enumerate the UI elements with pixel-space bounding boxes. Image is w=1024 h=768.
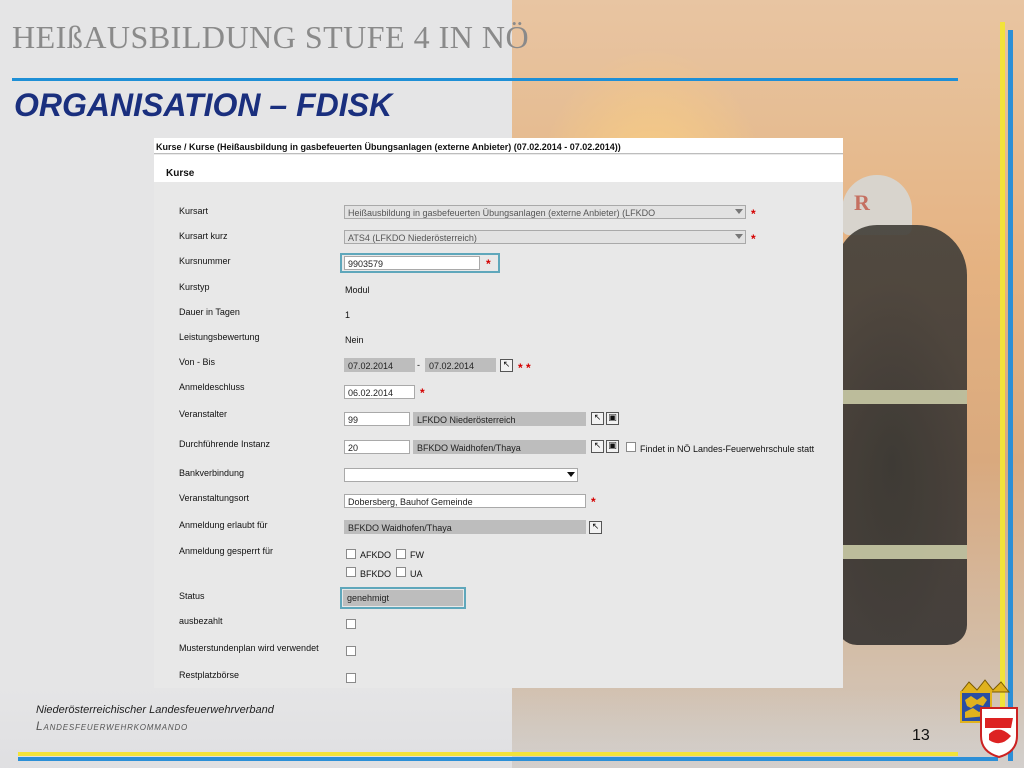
kursart-select[interactable]: Heißausbildung in gasbefeuerten Übungsan… <box>344 205 746 219</box>
instanz-name-value: BFKDO Waidhofen/Thaya <box>417 443 521 453</box>
bankverbindung-select[interactable] <box>344 468 578 482</box>
anmeldeschluss-input[interactable]: 06.02.2014 <box>344 385 415 399</box>
breadcrumb: Kurse / Kurse (Heißausbildung in gasbefe… <box>154 138 843 154</box>
cursor-arrow-icon[interactable]: ↖ <box>591 440 604 453</box>
veranstalter-name-field: LFKDO Niederösterreich <box>413 412 586 426</box>
dauer-label: Dauer in Tagen <box>179 307 240 317</box>
anmeldeschluss-value: 06.02.2014 <box>348 388 394 398</box>
instanz-code-value: 20 <box>348 443 359 453</box>
status-value: genehmigt <box>347 593 390 603</box>
veranstalter-code-input[interactable]: 99 <box>344 412 410 426</box>
coat-of-arms-logo <box>959 679 1018 758</box>
date-separator: - <box>417 360 420 370</box>
von-date-value: 07.02.2014 <box>348 361 394 371</box>
title-divider <box>12 78 958 81</box>
anmeldung-gesperrt-label: Anmeldung gesperrt für <box>179 546 274 556</box>
reflective-stripe <box>842 390 967 404</box>
restplatzboerse-checkbox[interactable] <box>346 673 356 683</box>
kursart-kurz-select[interactable]: ATS4 (LFKDO Niederösterreich) <box>344 230 746 244</box>
right-yellow-line <box>1000 22 1005 756</box>
kursnummer-value: 9903579 <box>348 259 384 269</box>
restplatzboerse-label: Restplatzbörse <box>179 670 240 680</box>
cursor-arrow-icon[interactable]: ↖ <box>589 521 602 534</box>
required-marker: * <box>751 207 756 221</box>
footer-yellow-line <box>18 752 958 756</box>
slide-title: HEIßAUSBILDUNG STUFE 4 IN NÖ <box>12 19 530 55</box>
landes-feuerwehrschule-label: Findet in NÖ Landes-Feuerwehrschule stat… <box>640 444 815 454</box>
firefighter-body-shape <box>837 225 967 645</box>
veranstaltungsort-value: Dobersberg, Bauhof Gemeinde <box>348 497 473 507</box>
bis-date-input[interactable]: 07.02.2014 <box>425 358 496 372</box>
right-blue-line <box>1008 30 1013 761</box>
ausbezahlt-checkbox[interactable] <box>346 619 356 629</box>
veranstalter-name-value: LFKDO Niederösterreich <box>417 415 516 425</box>
bfkdo-checkbox[interactable] <box>346 567 356 577</box>
footer-organisation: Niederösterreichischer Landesfeuerwehrve… <box>36 704 274 716</box>
veranstalter-label: Veranstalter <box>179 409 228 419</box>
chevron-down-icon <box>735 209 743 214</box>
status-field: genehmigt <box>343 590 463 606</box>
double-required-marker: * * <box>518 361 531 375</box>
fdisk-window: Kurse / Kurse (Heißausbildung in gasbefe… <box>154 138 843 688</box>
ua-label: UA <box>410 569 423 579</box>
ausbezahlt-label: ausbezahlt <box>179 616 223 626</box>
helmet-mark: R <box>854 190 870 215</box>
kursnummer-label: Kursnummer <box>179 256 231 266</box>
course-form: Kursart Heißausbildung in gasbefeuerten … <box>154 182 843 688</box>
von-bis-label: Von - Bis <box>179 357 216 367</box>
reflective-stripe <box>842 545 967 559</box>
kurstyp-label: Kurstyp <box>179 282 210 292</box>
required-marker: * <box>420 386 425 400</box>
kursart-value: Heißausbildung in gasbefeuerten Übungsan… <box>348 208 656 218</box>
veranstaltungsort-input[interactable]: Dobersberg, Bauhof Gemeinde <box>344 494 586 508</box>
required-marker: * <box>486 257 491 271</box>
kursart-kurz-label: Kursart kurz <box>179 231 228 241</box>
instanz-code-input[interactable]: 20 <box>344 440 410 454</box>
chevron-down-icon <box>567 472 575 477</box>
musterstundenplan-label: Musterstundenplan wird verwendet <box>179 643 319 653</box>
leistungsbewertung-label: Leistungsbewertung <box>179 332 260 342</box>
cursor-arrow-icon[interactable]: ↖ <box>500 359 513 372</box>
bankverbindung-label: Bankverbindung <box>179 468 245 478</box>
fw-checkbox[interactable] <box>396 549 406 559</box>
required-marker: * <box>591 495 596 509</box>
toolbar-strip <box>154 155 843 164</box>
section-title: Kurse <box>154 164 843 182</box>
afkdo-checkbox[interactable] <box>346 549 356 559</box>
leistungsbewertung-value: Nein <box>345 335 364 345</box>
kursart-kurz-value: ATS4 (LFKDO Niederösterreich) <box>348 233 477 243</box>
cursor-arrow-icon[interactable]: ↖ <box>591 412 604 425</box>
window-icon[interactable]: ▣ <box>606 412 619 425</box>
kurstyp-value: Modul <box>345 285 370 295</box>
footer-command: Landesfeuerwehrkommando <box>36 719 189 733</box>
kursnummer-input[interactable]: 9903579 <box>344 256 480 270</box>
chevron-down-icon <box>735 234 743 239</box>
anmeldung-erlaubt-value: BFKDO Waidhofen/Thaya <box>348 523 452 533</box>
required-marker: * <box>751 232 756 246</box>
durchfuehrende-instanz-label: Durchführende Instanz <box>179 439 271 449</box>
anmeldung-erlaubt-field: BFKDO Waidhofen/Thaya <box>344 520 586 534</box>
anmeldung-erlaubt-label: Anmeldung erlaubt für <box>179 520 268 530</box>
musterstundenplan-checkbox[interactable] <box>346 646 356 656</box>
instanz-name-field: BFKDO Waidhofen/Thaya <box>413 440 586 454</box>
page-number: 13 <box>912 727 930 744</box>
veranstaltungsort-label: Veranstaltungsort <box>179 493 250 503</box>
landes-feuerwehrschule-checkbox[interactable] <box>626 442 636 452</box>
window-icon[interactable]: ▣ <box>606 440 619 453</box>
fw-label: FW <box>410 550 424 560</box>
ua-checkbox[interactable] <box>396 567 406 577</box>
anmeldeschluss-label: Anmeldeschluss <box>179 382 245 392</box>
von-date-input[interactable]: 07.02.2014 <box>344 358 415 372</box>
status-label: Status <box>179 591 205 601</box>
kursart-label: Kursart <box>179 206 209 216</box>
footer-blue-line <box>18 757 998 761</box>
veranstalter-code-value: 99 <box>348 415 359 425</box>
bfkdo-label: BFKDO <box>360 569 392 579</box>
bis-date-value: 07.02.2014 <box>429 361 475 371</box>
slide-subtitle: ORGANISATION – FDISK <box>14 87 393 123</box>
dauer-value: 1 <box>345 310 351 320</box>
afkdo-label: AFKDO <box>360 550 392 560</box>
